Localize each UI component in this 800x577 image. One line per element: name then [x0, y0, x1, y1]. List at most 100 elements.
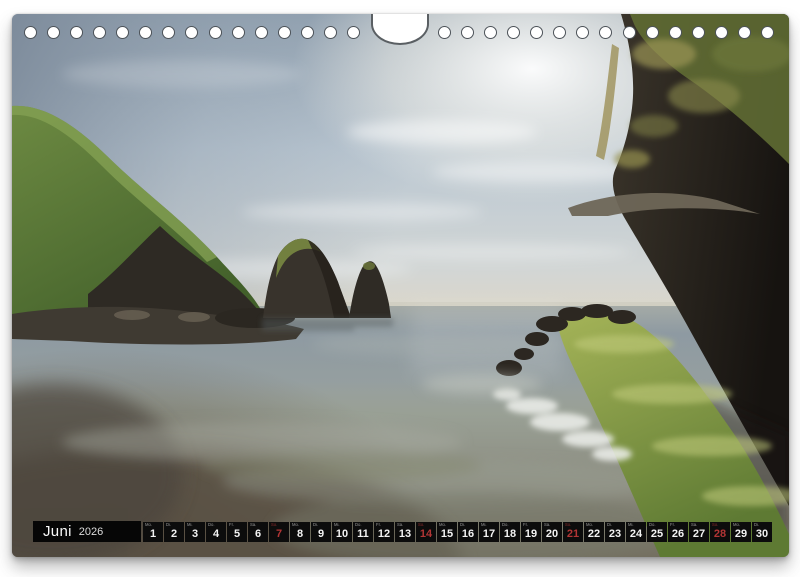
weekday-abbr: Fr. [229, 523, 234, 527]
weekday-abbr: Do. [649, 523, 656, 527]
coastal-scene-graphic [12, 14, 789, 557]
month-name: Juni [43, 523, 72, 540]
day-number: 1 [143, 529, 163, 540]
day-number: 18 [500, 529, 520, 540]
weekday-abbr: Do. [208, 523, 215, 527]
day-cell: Di. 2 [164, 522, 184, 542]
photo-coastal-landscape [12, 14, 789, 557]
day-number: 19 [521, 529, 541, 540]
day-cell: Do. 4 [206, 522, 226, 542]
weekday-abbr: Mo. [292, 523, 299, 527]
punch-hole [715, 26, 728, 39]
day-cell: So. 28 [710, 522, 730, 542]
day-cell: Fr. 19 [521, 522, 541, 542]
punch-hole [93, 26, 106, 39]
weekday-abbr: Fr. [523, 523, 528, 527]
weekday-abbr: Di. [166, 523, 171, 527]
punch-hole [301, 26, 314, 39]
day-number: 25 [647, 529, 667, 540]
weekday-abbr: Fr. [670, 523, 675, 527]
weekday-abbr: Mi. [334, 523, 340, 527]
punch-hole [507, 26, 520, 39]
day-number: 26 [668, 529, 688, 540]
weekday-abbr: So. [418, 523, 424, 527]
weekday-abbr: Di. [460, 523, 465, 527]
punch-hole [484, 26, 497, 39]
day-number: 30 [752, 529, 772, 540]
weekday-abbr: So. [565, 523, 571, 527]
day-number: 5 [227, 529, 247, 540]
day-number: 17 [479, 529, 499, 540]
punch-hole [461, 26, 474, 39]
day-number: 3 [185, 529, 205, 540]
calendar-page: Juni 2026 Mo. 1 Di. 2 Mi. 3 Do. 4 Fr. 5 … [12, 14, 789, 557]
weekday-abbr: Fr. [376, 523, 381, 527]
day-cell: Mo. 29 [731, 522, 751, 542]
month-label-box: Juni 2026 [33, 521, 141, 542]
punch-hole [761, 26, 774, 39]
day-cell: Sa. 13 [395, 522, 415, 542]
day-cell: Sa. 20 [542, 522, 562, 542]
weekday-abbr: So. [712, 523, 718, 527]
weekday-abbr: Mo. [733, 523, 740, 527]
weekday-abbr: So. [271, 523, 277, 527]
weekday-abbr: Sa. [397, 523, 403, 527]
day-number: 9 [311, 529, 331, 540]
day-cell: Sa. 27 [689, 522, 709, 542]
punch-hole [324, 26, 337, 39]
day-cell: Mo. 22 [584, 522, 604, 542]
binder-holes-left [24, 26, 360, 40]
day-cell: Do. 25 [647, 522, 667, 542]
weekday-abbr: Di. [607, 523, 612, 527]
day-cell: Do. 11 [353, 522, 373, 542]
weekday-abbr: Mo. [439, 523, 446, 527]
day-cell: Fr. 12 [374, 522, 394, 542]
punch-hole [530, 26, 543, 39]
day-number: 28 [710, 529, 730, 540]
day-number: 22 [584, 529, 604, 540]
day-cell: Di. 16 [458, 522, 478, 542]
binder-holes-right [438, 26, 774, 40]
punch-hole [347, 26, 360, 39]
day-cell: Fr. 26 [668, 522, 688, 542]
weekday-abbr: Di. [754, 523, 759, 527]
day-number: 2 [164, 529, 184, 540]
punch-hole [24, 26, 37, 39]
weekday-abbr: Mo. [145, 523, 152, 527]
day-cell: Do. 18 [500, 522, 520, 542]
day-number: 7 [269, 529, 289, 540]
day-number: 12 [374, 529, 394, 540]
punch-hole [162, 26, 175, 39]
day-cell: Mi. 3 [185, 522, 205, 542]
day-cell: So. 7 [269, 522, 289, 542]
day-number: 11 [353, 529, 373, 540]
weekday-abbr: Sa. [544, 523, 550, 527]
day-number: 23 [605, 529, 625, 540]
punch-hole [669, 26, 682, 39]
punch-hole [738, 26, 751, 39]
day-cell: Di. 9 [311, 522, 331, 542]
day-cell: Mi. 24 [626, 522, 646, 542]
day-number: 21 [563, 529, 583, 540]
punch-hole [278, 26, 291, 39]
punch-hole [139, 26, 152, 39]
day-cell: Mi. 17 [479, 522, 499, 542]
punch-hole [185, 26, 198, 39]
weekday-abbr: Do. [355, 523, 362, 527]
day-number: 27 [689, 529, 709, 540]
weekday-abbr: Mi. [187, 523, 193, 527]
day-number: 13 [395, 529, 415, 540]
weekday-abbr: Sa. [691, 523, 697, 527]
day-cell: So. 21 [563, 522, 583, 542]
day-cell: Di. 23 [605, 522, 625, 542]
year-label: 2026 [79, 526, 103, 538]
calendar-mockup: Juni 2026 Mo. 1 Di. 2 Mi. 3 Do. 4 Fr. 5 … [0, 0, 800, 577]
day-number: 29 [731, 529, 751, 540]
day-cell: Di. 30 [752, 522, 772, 542]
punch-hole [623, 26, 636, 39]
day-cell: Mo. 1 [143, 522, 163, 542]
weekday-abbr: Sa. [250, 523, 256, 527]
weekday-abbr: Do. [502, 523, 509, 527]
day-cell: So. 14 [416, 522, 436, 542]
punch-hole [47, 26, 60, 39]
